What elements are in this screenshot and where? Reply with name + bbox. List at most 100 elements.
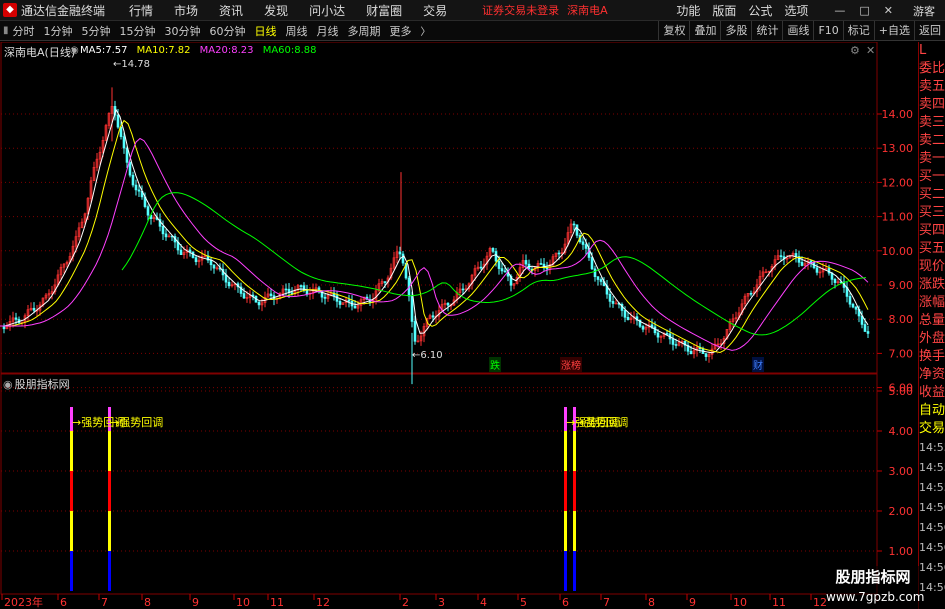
side-panel-item[interactable]: L [919, 42, 945, 60]
menu-market[interactable]: 市场 [174, 2, 198, 19]
f10-button[interactable]: F10 [813, 21, 842, 41]
period-daily[interactable]: 日线 [255, 23, 277, 39]
menu-options[interactable]: 选项 [784, 2, 808, 19]
candle-body [410, 295, 414, 322]
period-15min[interactable]: 15分钟 [120, 23, 156, 39]
side-panel-item[interactable]: 卖一 [919, 150, 945, 168]
candle-body [626, 317, 630, 320]
candle-body [32, 307, 36, 311]
stock-chart-label[interactable]: 深南电A(日线) [4, 44, 75, 60]
side-panel-item[interactable]: 卖四 [919, 96, 945, 114]
side-panel-item[interactable]: 买一 [919, 168, 945, 186]
period-60min[interactable]: 60分钟 [210, 23, 246, 39]
period-1min[interactable]: 1分钟 [44, 23, 73, 39]
menu-functions[interactable]: 功能 [676, 2, 700, 19]
side-panel-item[interactable]: 涨跌 [919, 276, 945, 294]
indicator-name-label[interactable]: ◉ 股朋指标网 [3, 376, 70, 392]
side-panel-item[interactable]: 委比 [919, 60, 945, 78]
side-panel-item[interactable]: 卖三 [919, 114, 945, 132]
candle-body [242, 293, 246, 299]
side-panel-item[interactable]: 总量 [919, 312, 945, 330]
price-tick-label: 8.00 [889, 313, 914, 326]
menu-formula[interactable]: 公式 [748, 2, 772, 19]
x-axis-label: 9 [689, 596, 696, 609]
candle-body [809, 260, 813, 263]
period-tick[interactable]: 分时 [13, 23, 35, 39]
price-tick-label: 13.00 [882, 142, 914, 155]
period-5min[interactable]: 5分钟 [82, 23, 111, 39]
side-panel-item[interactable]: 涨幅 [919, 294, 945, 312]
candle-body [494, 251, 498, 262]
x-axis-label: 11 [270, 596, 284, 609]
side-panel-item[interactable]: 卖二 [919, 132, 945, 150]
menu-quotes[interactable]: 行情 [129, 2, 153, 19]
menu-wealth[interactable]: 财富圈 [366, 2, 402, 19]
side-panel-item[interactable]: 卖五 [919, 78, 945, 96]
guest-login[interactable]: 游客 [913, 3, 935, 19]
close-icon[interactable]: ✕ [884, 4, 893, 17]
candle-body [164, 233, 168, 238]
side-panel-item[interactable]: 买五 [919, 240, 945, 258]
signal-text: 强势回调 [119, 416, 163, 429]
candle-body [572, 223, 576, 226]
signal-bar-segment [564, 511, 567, 551]
x-axis-label: 12 [316, 596, 330, 609]
adjust-button[interactable]: 复权 [658, 21, 689, 41]
side-panel-item[interactable]: 净资 [919, 366, 945, 384]
draw-line-button[interactable]: 画线 [782, 21, 813, 41]
side-panel-item[interactable]: 买四 [919, 222, 945, 240]
chevron-right-icon[interactable]: 〉 [421, 23, 431, 38]
indicator-tick-label: 5.00 [889, 385, 914, 398]
settings-icon[interactable]: ⚙ [850, 44, 860, 57]
candle-body [524, 260, 528, 265]
period-more[interactable]: 更多 [390, 23, 412, 39]
multi-stock-button[interactable]: 多股 [720, 21, 751, 41]
candle-body [749, 293, 753, 295]
menu-trade[interactable]: 交易 [423, 2, 447, 19]
marker-fall[interactable]: 跌 [489, 357, 501, 372]
side-panel-trade-item[interactable]: 自动 [919, 402, 945, 420]
side-panel-trade-item[interactable]: 交易 [919, 420, 945, 438]
candle-body [479, 266, 483, 269]
candle-body [209, 259, 213, 266]
side-panel-item[interactable]: 现价 [919, 258, 945, 276]
login-warning[interactable]: 证券交易未登录 [482, 2, 559, 18]
signal-bar-segment [70, 511, 73, 551]
ma5-value: 7.57 [105, 45, 128, 56]
statistics-button[interactable]: 统计 [751, 21, 782, 41]
chart-area[interactable]: →强势回调 →强势回调 →强势回调 →强势回调 14.00 13.00 12.00 11.0… [0, 42, 945, 609]
indicator-eye-icon[interactable]: ◉ [3, 378, 13, 391]
toolbar-menu-icon[interactable]: ▮ [3, 25, 9, 36]
marker-top-gainer[interactable]: 涨榜 [560, 357, 582, 372]
candle-body [596, 276, 600, 280]
period-weekly[interactable]: 周线 [286, 23, 308, 39]
side-panel-item[interactable]: 换手 [919, 348, 945, 366]
candle-body [131, 174, 135, 186]
side-panel-item[interactable]: 买三 [919, 204, 945, 222]
overlay-button[interactable]: 叠加 [689, 21, 720, 41]
ma5-label: MA5: [80, 45, 106, 56]
side-panel-item[interactable]: 买二 [919, 186, 945, 204]
menu-ask[interactable]: 问小达 [309, 2, 345, 19]
marker-finance[interactable]: 财 [752, 357, 764, 372]
close-chart-icon[interactable]: ✕ [866, 44, 875, 57]
back-button[interactable]: 返回 [914, 21, 945, 41]
candle-body [461, 288, 465, 291]
eye-icon[interactable]: ◉ [70, 45, 79, 56]
period-multi[interactable]: 多周期 [348, 23, 381, 39]
candle-body [398, 251, 402, 255]
main-chart-frame [0, 42, 878, 374]
minimize-icon[interactable]: — [834, 4, 845, 17]
quote-side-panel[interactable]: L 委比 卖五 卖四 卖三 卖二 卖一 买一 买二 买三 买四 买五 现价 涨跌 涨幅 总量 外盘 换手 净资 收益 … [918, 42, 945, 609]
add-favorite-button[interactable]: +自选 [873, 21, 914, 41]
menu-discover[interactable]: 发现 [264, 2, 288, 19]
kline-chart-svg[interactable]: →强势回调→强势回调 →强势回调→强势回调 14.0013.0012.0011.0… [0, 42, 918, 609]
maximize-icon[interactable]: □ [859, 4, 869, 17]
mark-button[interactable]: 标记 [842, 21, 874, 41]
menu-layout[interactable]: 版面 [712, 2, 736, 19]
period-monthly[interactable]: 月线 [317, 23, 339, 39]
menu-news[interactable]: 资讯 [219, 2, 243, 19]
side-panel-item[interactable]: 收益 [919, 384, 945, 402]
period-30min[interactable]: 30分钟 [165, 23, 201, 39]
side-panel-item[interactable]: 外盘 [919, 330, 945, 348]
